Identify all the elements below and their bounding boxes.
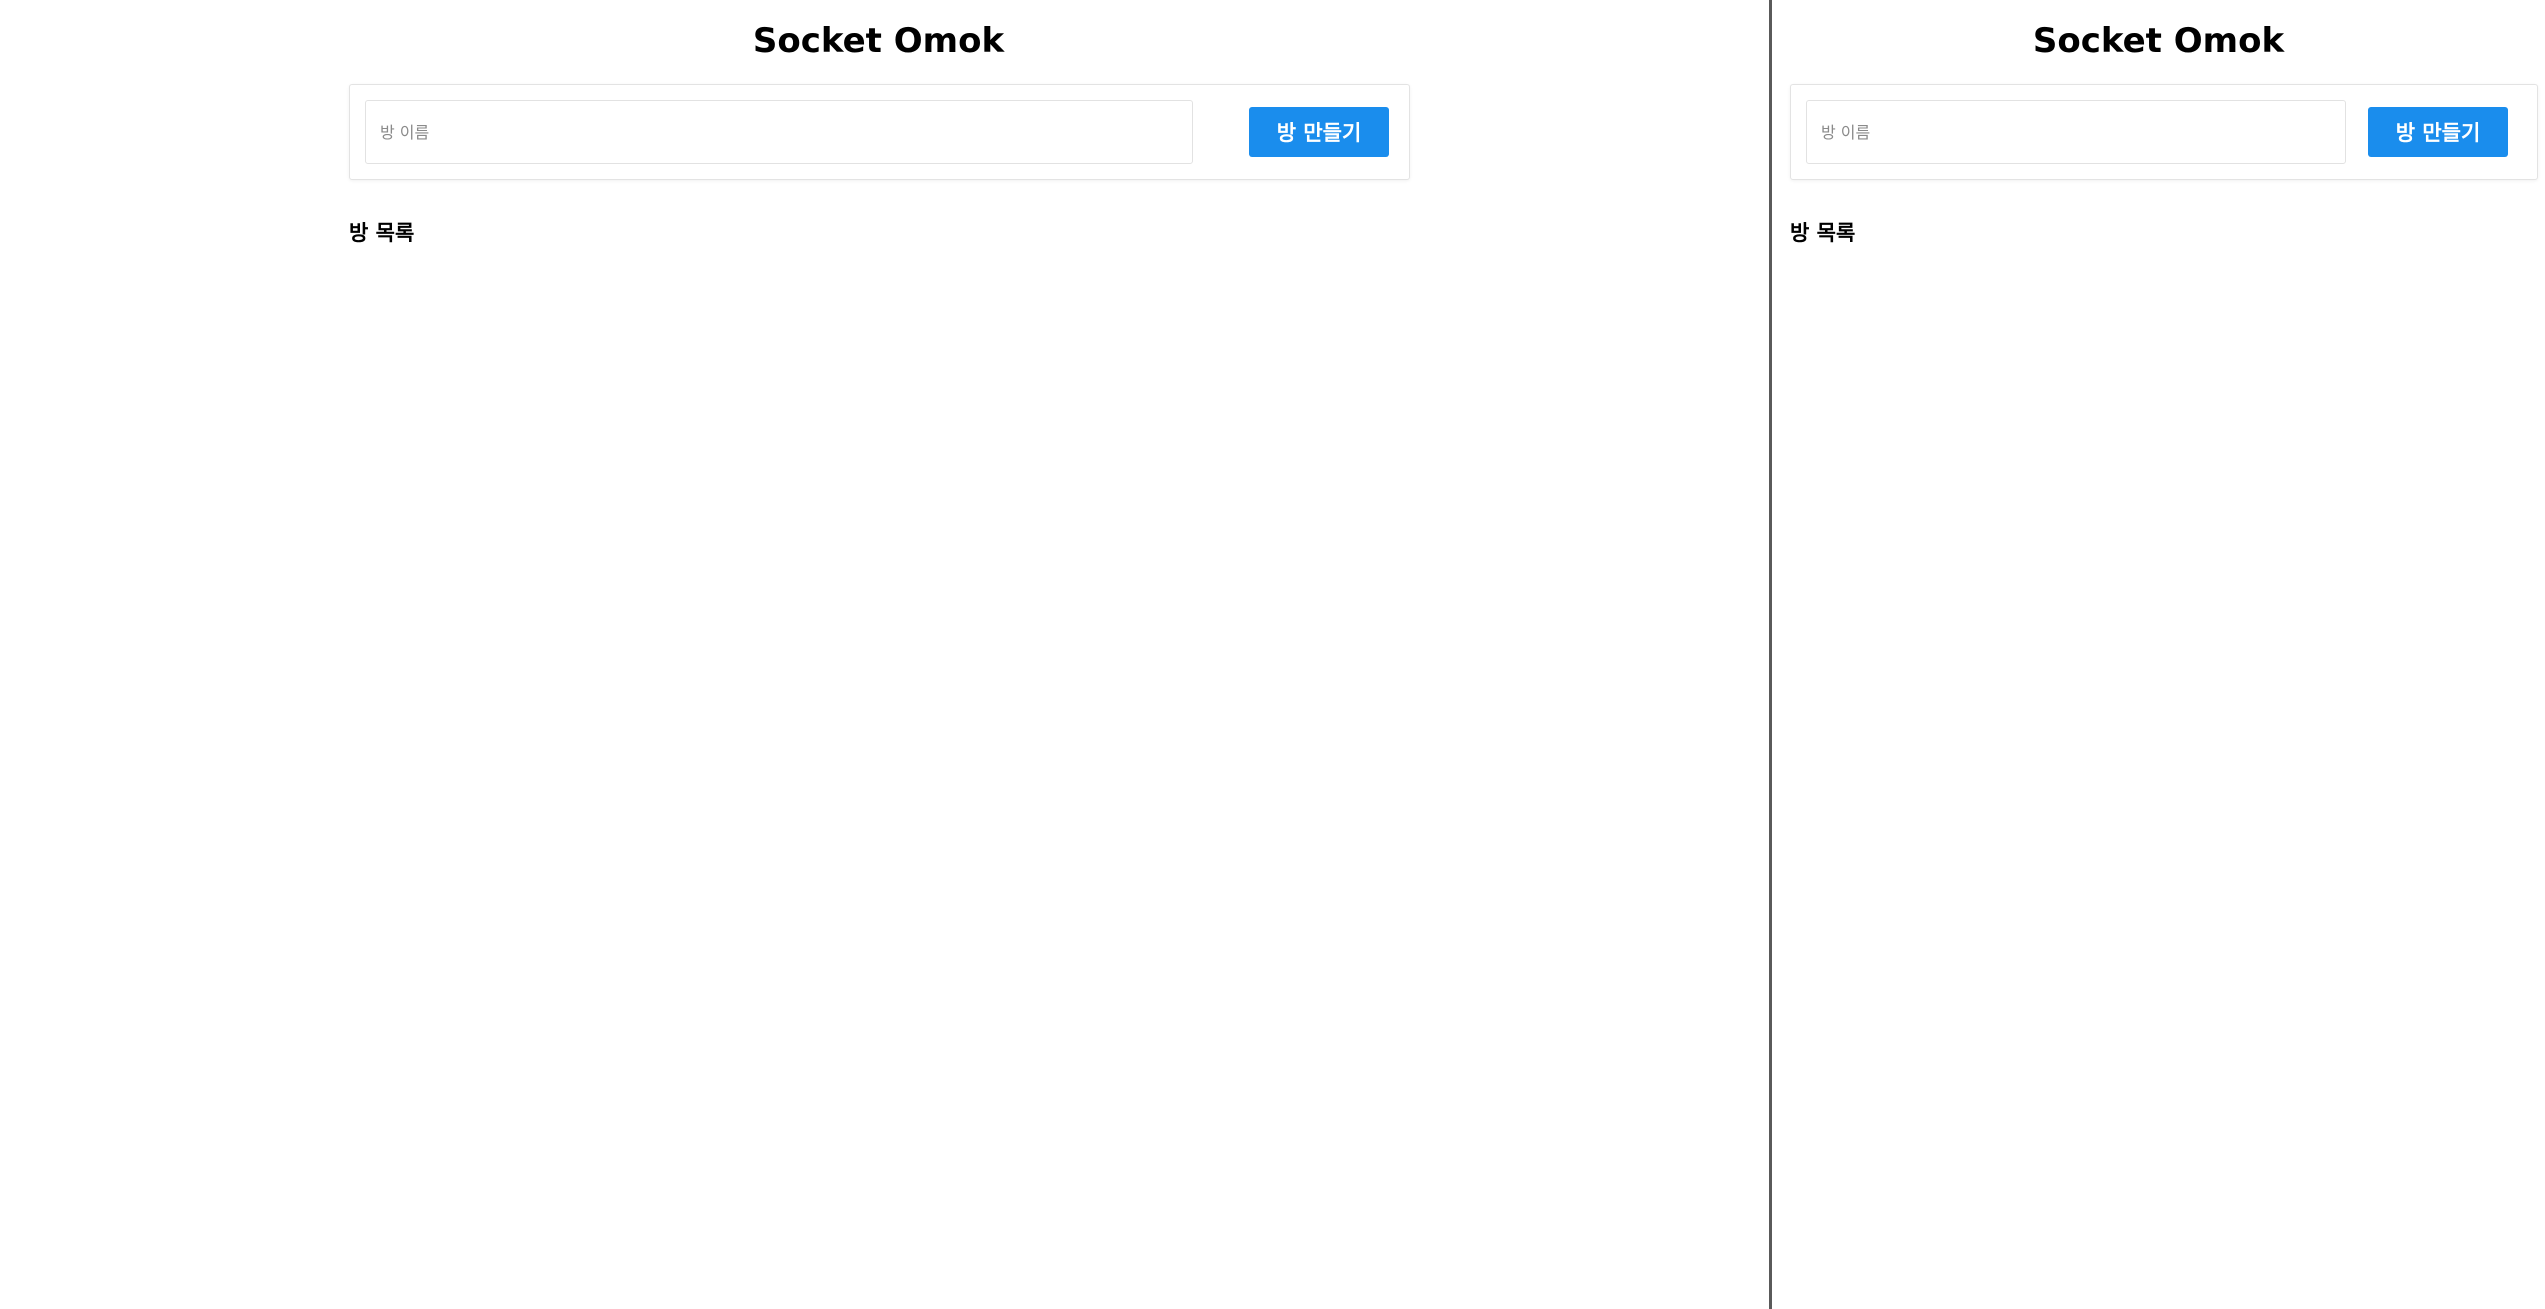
page-title: Socket Omok xyxy=(752,21,1005,61)
create-room-button[interactable]: 방 만들기 xyxy=(2368,107,2508,157)
browser-pane-left: Socket Omok 방 만들기 방 목록 xyxy=(0,0,1769,1309)
room-name-input[interactable] xyxy=(365,100,1193,164)
create-room-form: 방 만들기 xyxy=(349,84,1410,180)
create-room-button[interactable]: 방 만들기 xyxy=(1249,107,1389,157)
page-title: Socket Omok xyxy=(2032,21,2285,61)
room-name-input[interactable] xyxy=(1806,100,2346,164)
room-list-title: 방 목록 xyxy=(349,221,415,245)
split-screen: Socket Omok 방 만들기 방 목록 Socket Omok 방 만들기… xyxy=(0,0,2545,1309)
create-room-form: 방 만들기 xyxy=(1790,84,2538,180)
room-list-title: 방 목록 xyxy=(1790,221,1856,245)
browser-pane-right: Socket Omok 방 만들기 방 목록 xyxy=(1772,0,2545,1309)
